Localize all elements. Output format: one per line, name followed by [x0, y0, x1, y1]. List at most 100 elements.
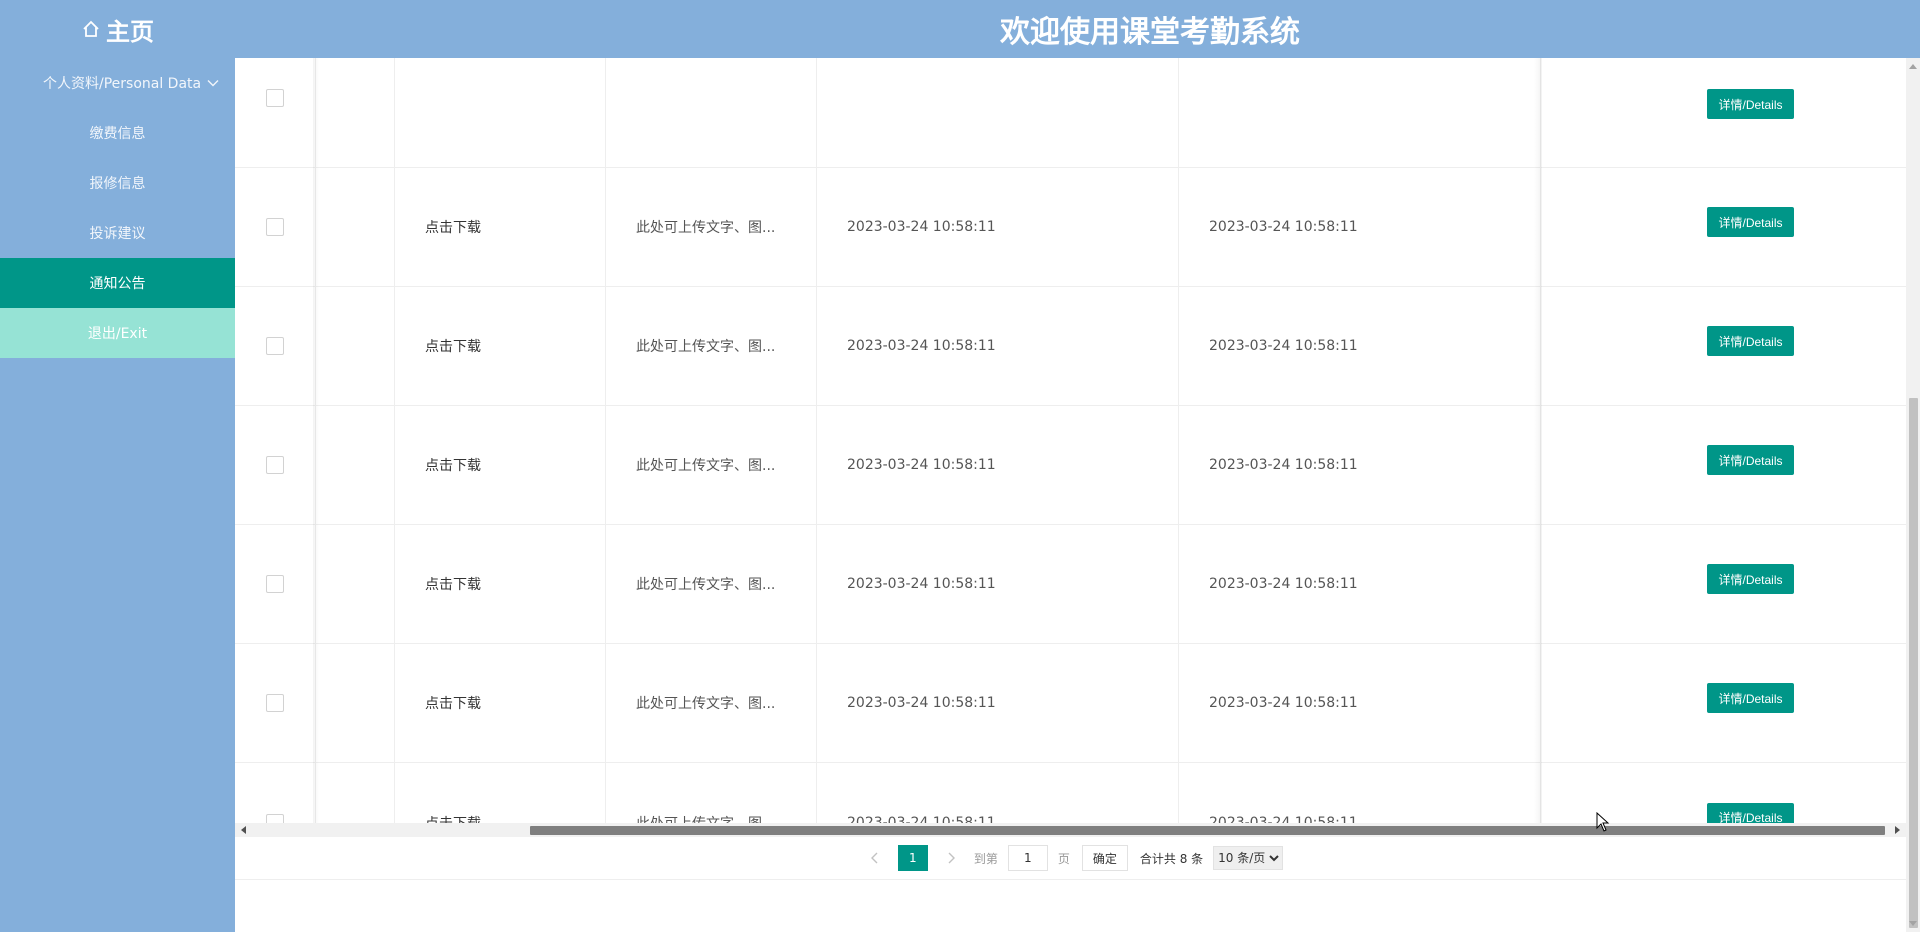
details-button[interactable]: 详情/Details	[1707, 564, 1794, 594]
scroll-up-icon[interactable]	[1909, 64, 1917, 69]
scrollbar-thumb[interactable]	[530, 826, 1885, 835]
time-cell: 2023-03-24 10:58:11	[817, 287, 1179, 405]
download-link[interactable]: 点击下载	[425, 574, 481, 594]
time-cell: 2023-03-24 10:58:11	[1179, 525, 1541, 643]
download-link[interactable]: 点击下载	[425, 813, 481, 824]
top-header: 主页 欢迎使用课堂考勤系统	[0, 0, 1920, 58]
scroll-down-icon[interactable]	[1909, 921, 1917, 926]
download-link[interactable]: 点击下载	[425, 693, 481, 713]
row-select-cell	[235, 58, 315, 167]
action-cell: 详情/Details	[1541, 168, 1906, 286]
time-cell: 2023-03-24 10:58:11	[1179, 644, 1541, 762]
details-button[interactable]: 详情/Details	[1707, 445, 1794, 475]
scrollbar-thumb[interactable]	[1909, 398, 1918, 928]
table-row: 点击下载 此处可上传文字、图... 2023-03-24 10:58:11 20…	[235, 406, 1906, 525]
page-jump-input[interactable]	[1007, 845, 1048, 871]
mouse-cursor-icon	[1596, 811, 1610, 832]
page-size-select[interactable]: 10 条/页	[1213, 846, 1284, 870]
row-checkbox[interactable]	[266, 456, 284, 474]
time-cell: 2023-03-24 10:58:11	[817, 168, 1179, 286]
content-cell: 此处可上传文字、图...	[606, 287, 817, 405]
row-checkbox[interactable]	[266, 337, 284, 355]
main-content: 详情/Details 点击下载 此处可上传文字、图... 2023-03-24 …	[235, 58, 1906, 932]
details-button[interactable]: 详情/Details	[1707, 326, 1794, 356]
page-title: 欢迎使用课堂考勤系统	[1000, 15, 1300, 50]
sidebar-item-repair[interactable]: 报修信息	[0, 158, 235, 208]
sidebar-item-personal-data[interactable]: 个人资料/Personal Data	[0, 58, 235, 108]
content-cell: 此处可上传文字、图...	[606, 406, 817, 524]
row-checkbox[interactable]	[266, 694, 284, 712]
row-checkbox[interactable]	[266, 89, 284, 107]
sidebar-item-label: 投诉建议	[89, 226, 146, 242]
prev-page-button[interactable]	[862, 845, 888, 871]
chevron-right-icon	[948, 852, 955, 864]
horizontal-scrollbar[interactable]	[235, 823, 1906, 837]
file-cell: 点击下载	[395, 525, 606, 643]
chevron-down-icon	[206, 76, 220, 90]
time-cell: 2023-03-24 10:58:11	[817, 763, 1179, 823]
data-table: 详情/Details 点击下载 此处可上传文字、图... 2023-03-24 …	[235, 58, 1906, 823]
sidebar-item-payment[interactable]: 缴费信息	[0, 108, 235, 158]
action-cell: 详情/Details	[1541, 644, 1906, 762]
row-select-cell	[235, 763, 315, 823]
file-cell	[395, 58, 606, 167]
sidebar-item-label: 报修信息	[89, 176, 146, 192]
vertical-scrollbar[interactable]	[1906, 58, 1920, 932]
table-cell	[315, 525, 395, 643]
content-cell: 此处可上传文字、图...	[606, 763, 817, 823]
page-unit-label: 页	[1057, 851, 1070, 866]
content-cell	[606, 58, 817, 167]
chevron-left-icon	[870, 852, 878, 864]
download-link[interactable]: 点击下载	[425, 455, 481, 475]
time-cell: 2023-03-24 10:58:11	[1179, 168, 1541, 286]
table-cell	[315, 406, 395, 524]
scroll-right-icon[interactable]	[1895, 826, 1900, 834]
time-cell: 2023-03-24 10:58:11	[817, 525, 1179, 643]
details-button[interactable]: 详情/Details	[1707, 802, 1794, 823]
time-cell: 2023-03-24 10:58:11	[817, 644, 1179, 762]
sidebar-item-exit[interactable]: 退出/Exit	[0, 308, 235, 358]
download-link[interactable]: 点击下载	[425, 217, 481, 237]
time-cell: 2023-03-24 10:58:11	[817, 406, 1179, 524]
confirm-button[interactable]: 确定	[1081, 845, 1128, 871]
time-cell: 2023-03-24 10:58:11	[1179, 287, 1541, 405]
fixed-column-shadow	[313, 58, 319, 823]
row-checkbox[interactable]	[266, 575, 284, 593]
table-cell	[315, 763, 395, 823]
table-row: 点击下载 此处可上传文字、图... 2023-03-24 10:58:11 20…	[235, 763, 1906, 823]
row-select-cell	[235, 168, 315, 286]
time-cell: 2023-03-24 10:58:11	[1179, 406, 1541, 524]
action-cell: 详情/Details	[1541, 525, 1906, 643]
scroll-left-icon[interactable]	[241, 826, 246, 834]
next-page-button[interactable]	[938, 845, 964, 871]
table-row: 点击下载 此处可上传文字、图... 2023-03-24 10:58:11 20…	[235, 644, 1906, 763]
sidebar: 个人资料/Personal Data 缴费信息 报修信息 投诉建议 通知公告 退…	[0, 58, 235, 932]
row-checkbox[interactable]	[266, 218, 284, 236]
row-select-cell	[235, 525, 315, 643]
details-button[interactable]: 详情/Details	[1707, 683, 1794, 713]
details-button[interactable]: 详情/Details	[1707, 207, 1794, 237]
file-cell: 点击下载	[395, 168, 606, 286]
row-select-cell	[235, 406, 315, 524]
total-count: 合计共 8 条	[1139, 851, 1204, 866]
page-number-current[interactable]: 1	[897, 845, 928, 871]
time-cell	[1179, 58, 1541, 167]
time-cell: 2023-03-24 10:58:11	[1179, 763, 1541, 823]
pagination: 1 到第 页 确定 合计共 8 条 10 条/页	[235, 837, 1906, 880]
goto-label: 到第	[973, 851, 998, 866]
sidebar-item-label: 个人资料/Personal Data	[43, 76, 202, 92]
row-select-cell	[235, 644, 315, 762]
sidebar-item-label: 缴费信息	[89, 126, 146, 142]
sidebar-item-complaint[interactable]: 投诉建议	[0, 208, 235, 258]
table-row: 点击下载 此处可上传文字、图... 2023-03-24 10:58:11 20…	[235, 287, 1906, 406]
content-cell: 此处可上传文字、图...	[606, 168, 817, 286]
table-cell	[315, 58, 395, 167]
row-checkbox[interactable]	[266, 813, 284, 823]
file-cell: 点击下载	[395, 287, 606, 405]
details-button[interactable]: 详情/Details	[1707, 89, 1794, 119]
content-cell: 此处可上传文字、图...	[606, 644, 817, 762]
sidebar-item-notice[interactable]: 通知公告	[0, 258, 235, 308]
file-cell: 点击下载	[395, 406, 606, 524]
table-cell	[315, 287, 395, 405]
download-link[interactable]: 点击下载	[425, 336, 481, 356]
